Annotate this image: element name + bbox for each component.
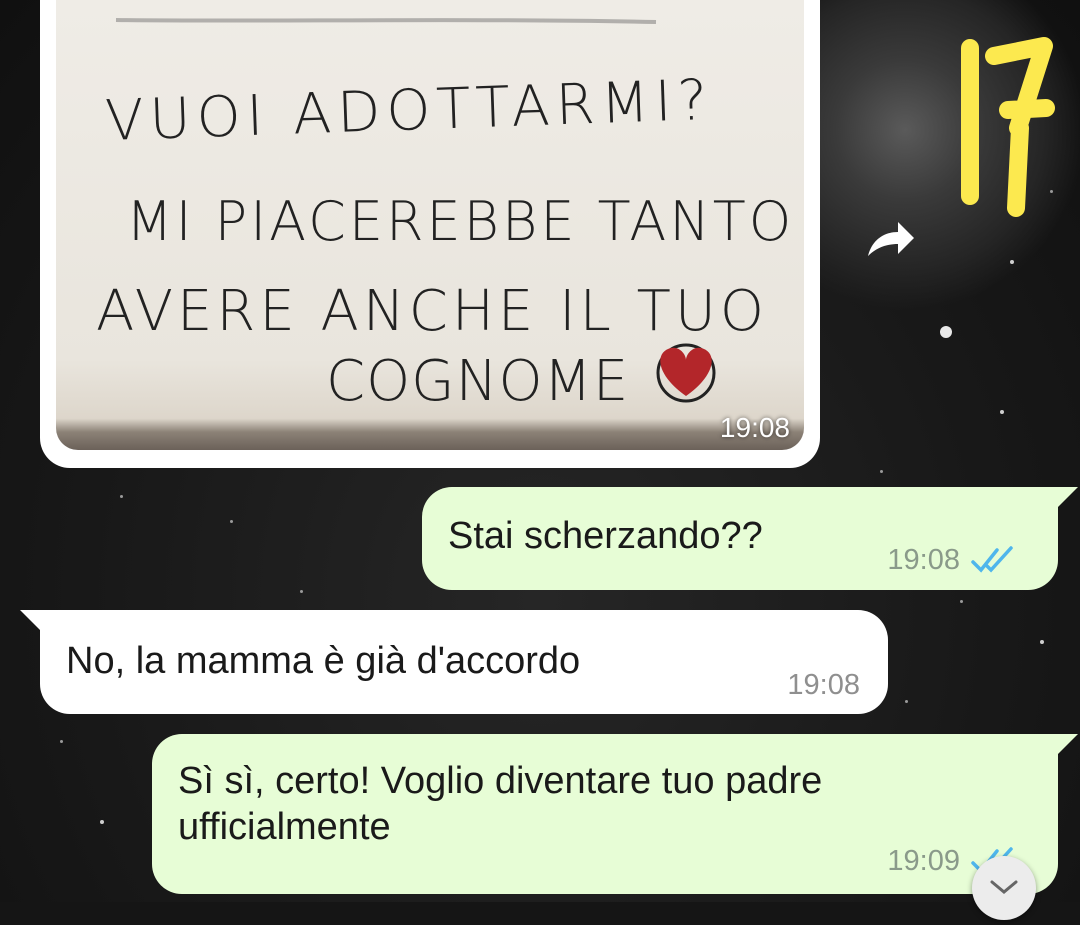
scroll-to-bottom-button[interactable] [972, 856, 1036, 920]
wallpaper-star [100, 820, 104, 824]
message-meta: 19:08 [887, 537, 1016, 583]
message-text: Stai scherzando?? [448, 515, 763, 557]
message-time: 19:08 [887, 544, 960, 576]
double-check-icon [971, 546, 1013, 573]
wallpaper-star [960, 600, 963, 603]
note-line-2: MI PIACEREBBE TANTO [126, 190, 794, 253]
forward-arrow-icon[interactable] [858, 210, 918, 270]
wallpaper-star [1040, 640, 1044, 644]
handwritten-note: VUOI ADOTTARMI? MI PIACEREBBE TANTO AVER… [96, 18, 794, 414]
wallpaper-star [60, 740, 63, 743]
wallpaper-star [300, 590, 303, 593]
image-message-bubble[interactable]: VUOI ADOTTARMI? MI PIACEREBBE TANTO AVER… [40, 0, 820, 468]
message-text: No, la mamma è già d'accordo [66, 640, 581, 682]
message-time: 19:09 [887, 845, 960, 877]
message-time: 19:08 [787, 669, 860, 701]
note-line-1: VUOI ADOTTARMI? [104, 68, 714, 154]
wallpaper-star [1000, 410, 1004, 414]
note-line-3: AVERE ANCHE IL TUO [96, 279, 768, 344]
chevron-down-icon [990, 880, 1018, 894]
wallpaper-star [880, 470, 883, 473]
handwritten-note-photo[interactable]: VUOI ADOTTARMI? MI PIACEREBBE TANTO AVER… [56, 0, 804, 450]
wallpaper-star [905, 700, 908, 703]
message-meta: 19:08 [787, 662, 860, 708]
note-line-4: COGNOME [326, 349, 629, 414]
message-text: Sì sì, certo! Voglio diventare tuo padre… [178, 760, 823, 848]
wallpaper-star [940, 326, 952, 338]
heart-icon [660, 347, 712, 396]
image-message-time: 19:08 [719, 412, 790, 443]
incoming-message[interactable]: No, la mamma è già d'accordo 19:08 [20, 610, 888, 714]
wallpaper-star [230, 520, 233, 523]
outgoing-message[interactable]: Stai scherzando?? 19:08 [422, 487, 1078, 590]
wallpaper-star [120, 495, 123, 498]
sticker-number-17: 17 [961, 37, 1055, 217]
outgoing-message[interactable]: Sì sì, certo! Voglio diventare tuo padre… [152, 734, 1078, 894]
wallpaper-star [1010, 260, 1014, 264]
